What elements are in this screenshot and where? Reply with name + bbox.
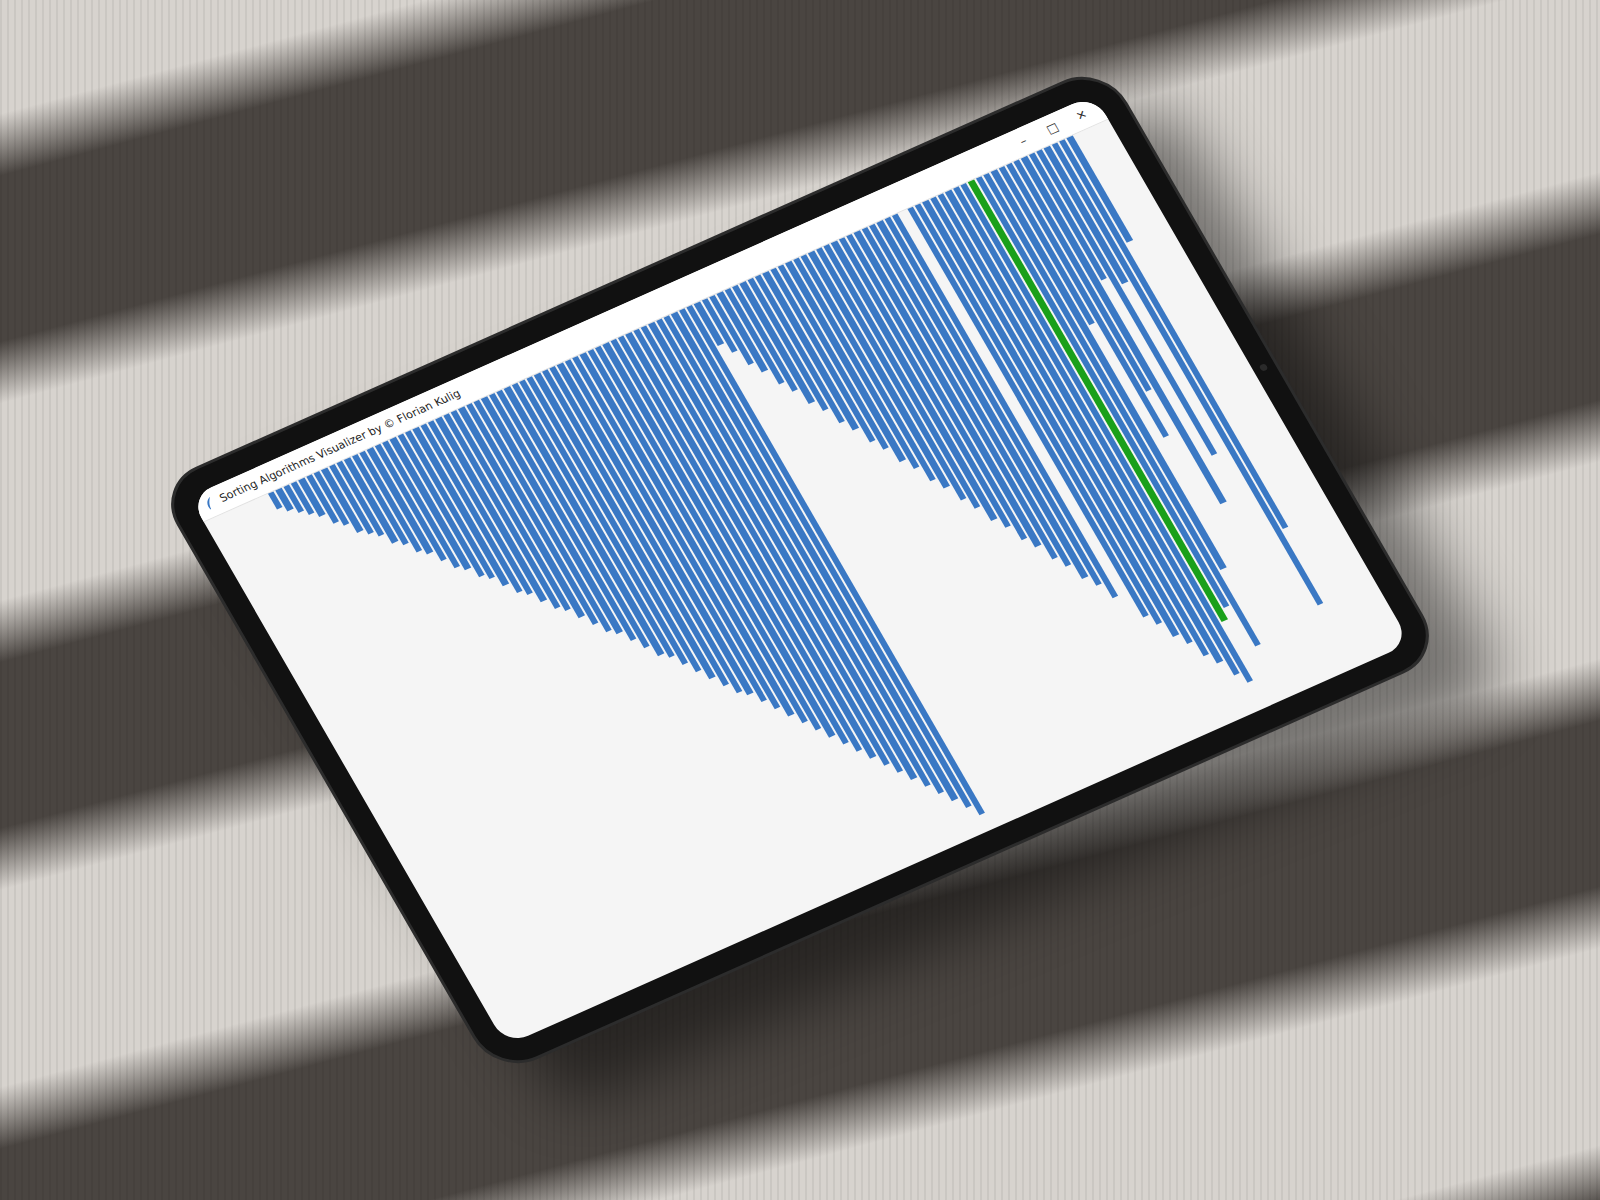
feather-icon bbox=[203, 496, 218, 511]
tablet-screen: Sorting Algorithms Visualizer by © Flori… bbox=[189, 94, 1410, 1045]
photo-scene: Sorting Algorithms Visualizer by © Flori… bbox=[0, 0, 1600, 1200]
app-window: Sorting Algorithms Visualizer by © Flori… bbox=[189, 94, 1410, 1045]
bar-chart bbox=[204, 120, 1411, 1046]
camera-icon bbox=[1259, 363, 1269, 372]
tablet: Sorting Algorithms Visualizer by © Flori… bbox=[154, 62, 1446, 1077]
window-control-button[interactable]: □ bbox=[1043, 119, 1063, 137]
window-control-button[interactable]: ✕ bbox=[1072, 106, 1092, 124]
window-control-button[interactable]: – bbox=[1013, 132, 1033, 150]
